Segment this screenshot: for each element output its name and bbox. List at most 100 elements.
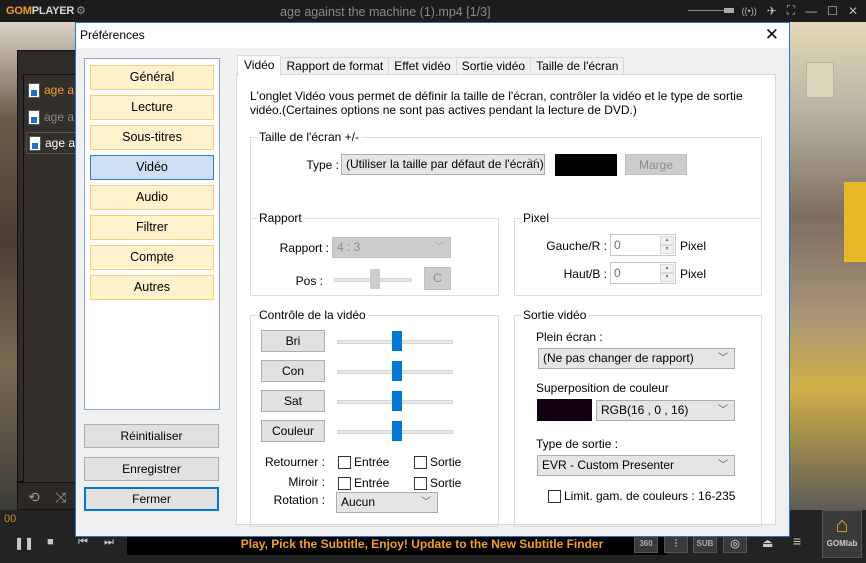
broadcast-icon[interactable]: ((•)): [742, 6, 757, 16]
left-right-value: 0: [614, 238, 621, 252]
saturation-button[interactable]: Sat: [261, 390, 325, 412]
group-label: Taille de l'écran +/-: [257, 130, 362, 144]
spin-up-icon[interactable]: ▲: [660, 264, 674, 273]
gom-logo[interactable]: GOMPLAYER: [6, 5, 74, 17]
vr360-button[interactable]: 360: [634, 535, 658, 553]
mirror-label: Miroir :: [288, 475, 325, 489]
hue-button[interactable]: Couleur: [261, 420, 325, 442]
checkbox-box[interactable]: [338, 476, 351, 490]
ratio-group: Rapport Rapport : 4 : 3 ﹀ Pos : C: [250, 211, 499, 296]
next-icon[interactable]: ⏭: [104, 536, 114, 549]
volume-slider[interactable]: [687, 8, 734, 13]
margin-button[interactable]: Marge: [625, 154, 687, 175]
limit-color-range-checkbox[interactable]: Limit. gam. de couleurs : 16-235: [548, 489, 735, 503]
video-file-icon: [28, 109, 40, 125]
maximize-icon[interactable]: ☐: [827, 4, 838, 18]
flip-input-checkbox[interactable]: Entrée: [338, 455, 389, 469]
nav-subtitles[interactable]: Sous-titres: [90, 125, 214, 150]
previous-icon[interactable]: ⏮: [78, 536, 88, 549]
top-bottom-value: 0: [614, 266, 621, 280]
close-button[interactable]: Fermer: [84, 487, 219, 511]
contrast-button[interactable]: Con: [261, 360, 325, 382]
group-label: Pixel: [521, 211, 552, 225]
pause-icon[interactable]: ❚❚: [14, 536, 34, 550]
group-label: Sortie vidéo: [521, 308, 589, 322]
pos-reset-button[interactable]: C: [424, 267, 451, 290]
video-content: [844, 182, 866, 262]
overlay-color-swatch[interactable]: [537, 399, 592, 421]
checkbox-box[interactable]: [338, 455, 351, 469]
equalizer-icon[interactable]: ⫶: [664, 535, 688, 553]
nav-playback[interactable]: Lecture: [90, 95, 214, 120]
minimize-icon[interactable]: —: [805, 4, 817, 18]
checkbox-box[interactable]: [414, 476, 427, 490]
spin-down-icon[interactable]: ▼: [660, 245, 674, 254]
checkbox-box[interactable]: [548, 489, 561, 503]
mirror-input-checkbox[interactable]: Entrée: [338, 476, 389, 490]
gomlab-button[interactable]: ⌂ GOMlab: [822, 510, 862, 558]
nav-video[interactable]: Vidéo: [90, 155, 214, 180]
hue-slider-thumb[interactable]: [392, 421, 402, 441]
ratio-select[interactable]: 4 : 3 ﹀: [332, 237, 451, 258]
flip-output-checkbox[interactable]: Sortie: [414, 455, 461, 469]
tab-video[interactable]: Vidéo: [237, 55, 282, 76]
nav-general[interactable]: Général: [90, 65, 214, 90]
output-type-label: Type de sortie :: [536, 437, 619, 451]
checkbox-box[interactable]: [414, 455, 427, 469]
screen-color-swatch[interactable]: [555, 154, 617, 176]
brightness-button[interactable]: Bri: [261, 330, 325, 352]
mirror-output-checkbox[interactable]: Sortie: [414, 476, 461, 490]
eject-icon[interactable]: ⏏: [762, 536, 773, 550]
gear-icon[interactable]: ⚙: [76, 4, 86, 17]
fullscreen-icon[interactable]: ⛶: [787, 3, 795, 18]
screen-type-select[interactable]: (Utiliser la taille par défaut de l'écra…: [341, 154, 545, 175]
spin-up-icon[interactable]: ▲: [660, 236, 674, 245]
chevron-down-icon: ﹀: [528, 159, 538, 170]
flip-label: Retourner :: [264, 455, 325, 469]
playlist-toolbar: ⟲ ⤨: [17, 482, 79, 510]
chevron-down-icon: ﹀: [718, 460, 728, 471]
checkbox-label: Sortie: [430, 476, 462, 490]
shuffle-icon[interactable]: ⤨: [55, 489, 66, 506]
nav-filter[interactable]: Filtrer: [90, 215, 214, 240]
playlist-item-label: age a: [45, 136, 76, 150]
screen-type-value: (Utiliser la taille par défaut de l'écra…: [346, 157, 544, 171]
playlist-item[interactable]: age a: [26, 132, 78, 154]
type-label: Type :: [306, 158, 339, 172]
menu-icon[interactable]: ≡: [793, 533, 801, 549]
video-frame-right: [790, 22, 866, 510]
top-bottom-label: Haut/B :: [563, 267, 607, 281]
pos-label: Pos :: [295, 274, 323, 288]
nav-other[interactable]: Autres: [90, 275, 214, 300]
top-bottom-spinner[interactable]: 0 ▲ ▼: [610, 262, 676, 284]
overlay-color-value: RGB(16 , 0 , 16): [601, 403, 689, 417]
reset-button[interactable]: Réinitialiser: [84, 424, 219, 448]
overlay-color-select[interactable]: RGB(16 , 0 , 16) ﹀: [596, 400, 735, 421]
stop-icon[interactable]: ■: [47, 536, 54, 548]
nav-account[interactable]: Compte: [90, 245, 214, 270]
spin-down-icon[interactable]: ▼: [660, 273, 674, 282]
window-close-icon[interactable]: ✕: [848, 4, 858, 18]
brightness-slider-thumb[interactable]: [392, 331, 402, 351]
left-right-label: Gauche/R :: [546, 239, 607, 253]
rotation-value: Aucun: [341, 495, 376, 509]
pin-icon[interactable]: ✈: [767, 4, 777, 18]
video-file-icon: [29, 135, 41, 151]
video-control-group: Contrôle de la vidéo Bri Con Sat Couleur…: [250, 308, 499, 527]
group-label: Rapport: [257, 211, 304, 225]
screenshot-icon[interactable]: ◎: [723, 535, 747, 553]
nav-audio[interactable]: Audio: [90, 185, 214, 210]
pos-slider-thumb[interactable]: [370, 269, 380, 289]
checkbox-label: Sortie: [430, 455, 462, 469]
fullscreen-select[interactable]: (Ne pas changer de rapport) ﹀: [538, 348, 735, 369]
save-button[interactable]: Enregistrer: [84, 457, 219, 481]
repeat-icon[interactable]: ⟲: [28, 489, 40, 506]
tab-strip: Vidéo Rapport de format Effet vidéo Sort…: [237, 55, 625, 76]
saturation-slider-thumb[interactable]: [392, 391, 402, 411]
left-right-spinner[interactable]: 0 ▲ ▼: [610, 234, 676, 256]
contrast-slider-thumb[interactable]: [392, 361, 402, 381]
rotation-select[interactable]: Aucun ﹀: [336, 492, 438, 513]
output-type-select[interactable]: EVR - Custom Presenter ﹀: [537, 455, 735, 476]
close-icon[interactable]: ✕: [765, 25, 779, 45]
subtitle-button[interactable]: SUB: [693, 535, 717, 553]
